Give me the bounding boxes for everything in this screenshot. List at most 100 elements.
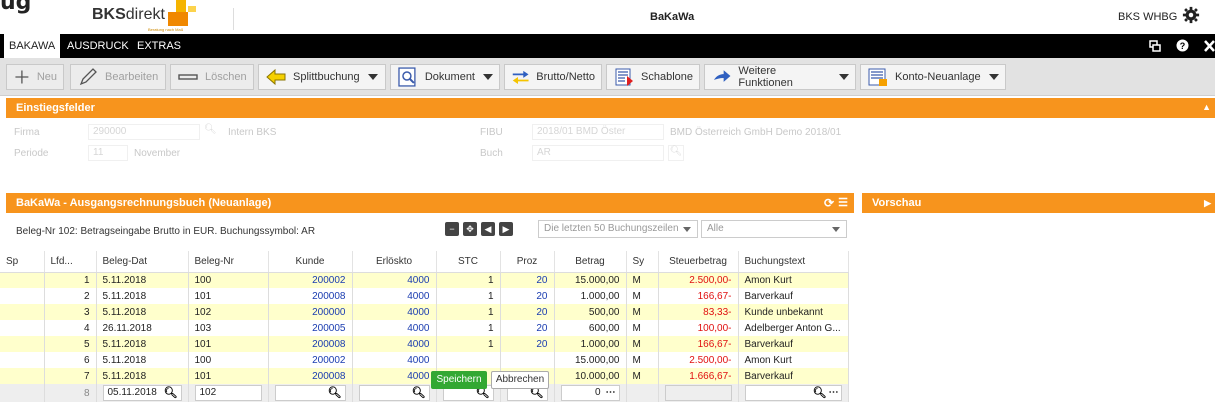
- cell-buchungstext: Amon Kurt: [738, 352, 849, 368]
- expand-icon[interactable]: ▶: [1204, 193, 1211, 213]
- cell-kunde[interactable]: 200008: [268, 368, 353, 384]
- cell-lfd: 4: [44, 320, 97, 336]
- cell-sp: [0, 272, 45, 288]
- cell-beleg-nr: 100: [188, 272, 269, 288]
- refresh-icon[interactable]: ⟳: [824, 193, 834, 213]
- menu-bakawa[interactable]: BAKAWA: [4, 34, 61, 58]
- all-filter-select[interactable]: Alle: [701, 220, 847, 238]
- cell-kunde[interactable]: 200005: [268, 320, 353, 336]
- date-input[interactable]: 05.11.2018 🔍︎: [102, 385, 182, 401]
- cell-proz[interactable]: 20: [500, 320, 555, 336]
- firma-field[interactable]: 290000: [88, 124, 200, 140]
- user-name[interactable]: BKS WHBG: [1118, 11, 1177, 23]
- window-icon[interactable]: [1149, 40, 1161, 52]
- cell-kunde[interactable]: 200000: [268, 304, 353, 320]
- next-icon[interactable]: ▶: [499, 222, 513, 236]
- cell-erloeskto[interactable]: 4000: [352, 304, 437, 320]
- buchungstext-input[interactable]: 🔍︎ ⋯: [744, 385, 842, 401]
- rows-filter-select[interactable]: Die letzten 50 Buchungszeilen: [538, 220, 698, 238]
- collapse-icon[interactable]: ▲: [1202, 97, 1211, 117]
- new-entry-row: 8 05.11.2018 🔍︎ 102 🔍︎ 🔍︎ 🔍︎ 🔍︎ 0 ⋯ 🔍︎ ⋯: [0, 384, 849, 402]
- help-icon[interactable]: ?: [1176, 39, 1189, 52]
- col-proz[interactable]: Proz: [500, 251, 555, 273]
- table-row[interactable]: 7 5.11.2018 101 200008 4000 10.000,00 M 1.666,6…: [0, 368, 849, 384]
- menu-ausdruck[interactable]: AUSDRUCK: [62, 34, 134, 58]
- cell-proz[interactable]: 20: [500, 304, 555, 320]
- brutto-netto-button[interactable]: Brutto/Netto: [504, 64, 602, 90]
- delete-button[interactable]: Löschen: [170, 64, 254, 90]
- betrag-input[interactable]: 0 ⋯: [560, 385, 620, 401]
- col-beleg-nr[interactable]: Beleg-Nr: [188, 251, 269, 273]
- cell-erloeskto[interactable]: 4000: [352, 368, 437, 384]
- cell-beleg-nr: 101: [188, 368, 269, 384]
- more-functions-button[interactable]: Weitere Funktionen: [704, 64, 856, 90]
- expand-rows-icon[interactable]: ✥: [463, 222, 477, 236]
- col-sy[interactable]: Sy: [626, 251, 659, 273]
- document-button[interactable]: Dokument: [390, 64, 500, 90]
- search-icon[interactable]: 🔍︎: [412, 386, 426, 400]
- cell-sy: M: [626, 288, 659, 304]
- col-erloeskto[interactable]: Erlöskto: [352, 251, 437, 273]
- cell-erloeskto[interactable]: 4000: [352, 352, 437, 368]
- edit-button[interactable]: Bearbeiten: [70, 64, 166, 90]
- entry-fields-header[interactable]: Einstiegsfelder ▲: [6, 98, 1215, 118]
- table-row[interactable]: 5 5.11.2018 101 200008 4000 1 20 1.000,00 M 166,6…: [0, 336, 849, 352]
- menu-extras[interactable]: EXTRAS: [132, 34, 186, 58]
- cell-kunde[interactable]: 200002: [268, 272, 353, 288]
- more-icon[interactable]: ⋯: [606, 386, 616, 400]
- col-buchungstext[interactable]: Buchungstext: [738, 251, 849, 273]
- beleg-nr-input[interactable]: 102: [194, 385, 262, 401]
- collapse-rows-icon[interactable]: −: [445, 222, 459, 236]
- table-row[interactable]: 6 5.11.2018 100 200002 4000 15.000,00 M 2.500,0…: [0, 352, 849, 368]
- search-icon[interactable]: 🔍︎: [164, 386, 178, 400]
- cell-erloeskto[interactable]: 4000: [352, 288, 437, 304]
- cell-erloeskto[interactable]: 4000: [352, 320, 437, 336]
- cell-steuerbetrag: 166,67-: [658, 288, 739, 304]
- col-stc[interactable]: STC: [436, 251, 501, 273]
- cell-erloeskto[interactable]: 4000: [352, 272, 437, 288]
- search-icon[interactable]: 🔍︎: [328, 386, 342, 400]
- cell-proz[interactable]: [500, 352, 555, 368]
- col-kunde[interactable]: Kunde: [268, 251, 353, 273]
- cell-kunde[interactable]: 200008: [268, 288, 353, 304]
- kunde-input[interactable]: 🔍︎: [274, 385, 346, 401]
- col-betrag[interactable]: Betrag: [554, 251, 627, 273]
- cell-betrag: 10.000,00: [554, 368, 627, 384]
- cell-proz[interactable]: 20: [500, 288, 555, 304]
- account-new-button[interactable]: Konto-Neuanlage: [860, 64, 1006, 90]
- close-icon[interactable]: [1204, 40, 1215, 52]
- cell-kunde[interactable]: 200002: [268, 352, 353, 368]
- cell-sp: [0, 336, 45, 352]
- cell-beleg-nr: 103: [188, 320, 269, 336]
- col-steuerbetrag[interactable]: Steuerbetrag: [658, 251, 739, 273]
- cell-kunde[interactable]: 200008: [268, 336, 353, 352]
- cancel-button[interactable]: Abbrechen: [491, 371, 549, 389]
- table-row[interactable]: 3 5.11.2018 102 200000 4000 1 20 500,00 M 83,33- K…: [0, 304, 849, 320]
- table-row[interactable]: 1 5.11.2018 100 200002 4000 1 20 15.000,00 M 2.50…: [0, 272, 849, 288]
- col-lfd[interactable]: Lfd...: [44, 251, 97, 273]
- cell-erloeskto[interactable]: 4000: [352, 336, 437, 352]
- buch-search-icon[interactable]: 🔍︎: [668, 145, 684, 161]
- buch-field[interactable]: AR: [532, 145, 664, 161]
- col-sp[interactable]: Sp: [0, 251, 45, 273]
- table-row[interactable]: 2 5.11.2018 101 200008 4000 1 20 1.000,00 M 166,6…: [0, 288, 849, 304]
- preview-header[interactable]: Vorschau ▶: [862, 193, 1215, 213]
- fibu-select[interactable]: 2018/01 BMD Öster: [532, 124, 664, 140]
- firma-search-icon[interactable]: 🔍︎: [204, 124, 220, 140]
- search-icon[interactable]: 🔍︎: [813, 386, 827, 400]
- erloeskto-input[interactable]: 🔍︎: [358, 385, 430, 401]
- gear-icon[interactable]: [1182, 6, 1200, 24]
- template-button[interactable]: Schablone: [606, 64, 700, 90]
- new-button[interactable]: Neu: [6, 64, 64, 90]
- cell-proz[interactable]: 20: [500, 272, 555, 288]
- cell-buchungstext: Kunde unbekannt: [738, 304, 849, 320]
- cell-proz[interactable]: 20: [500, 336, 555, 352]
- periode-field[interactable]: 11: [88, 145, 128, 161]
- list-icon[interactable]: ☰: [838, 193, 848, 213]
- col-beleg-dat[interactable]: Beleg-Dat: [96, 251, 189, 273]
- table-row[interactable]: 4 26.11.2018 103 200005 4000 1 20 600,00 M 100,00…: [0, 320, 849, 336]
- split-booking-button[interactable]: Splittbuchung: [258, 64, 386, 90]
- save-button[interactable]: Speichern: [431, 371, 487, 389]
- more-icon[interactable]: ⋯: [829, 386, 839, 400]
- prev-icon[interactable]: ◀: [481, 222, 495, 236]
